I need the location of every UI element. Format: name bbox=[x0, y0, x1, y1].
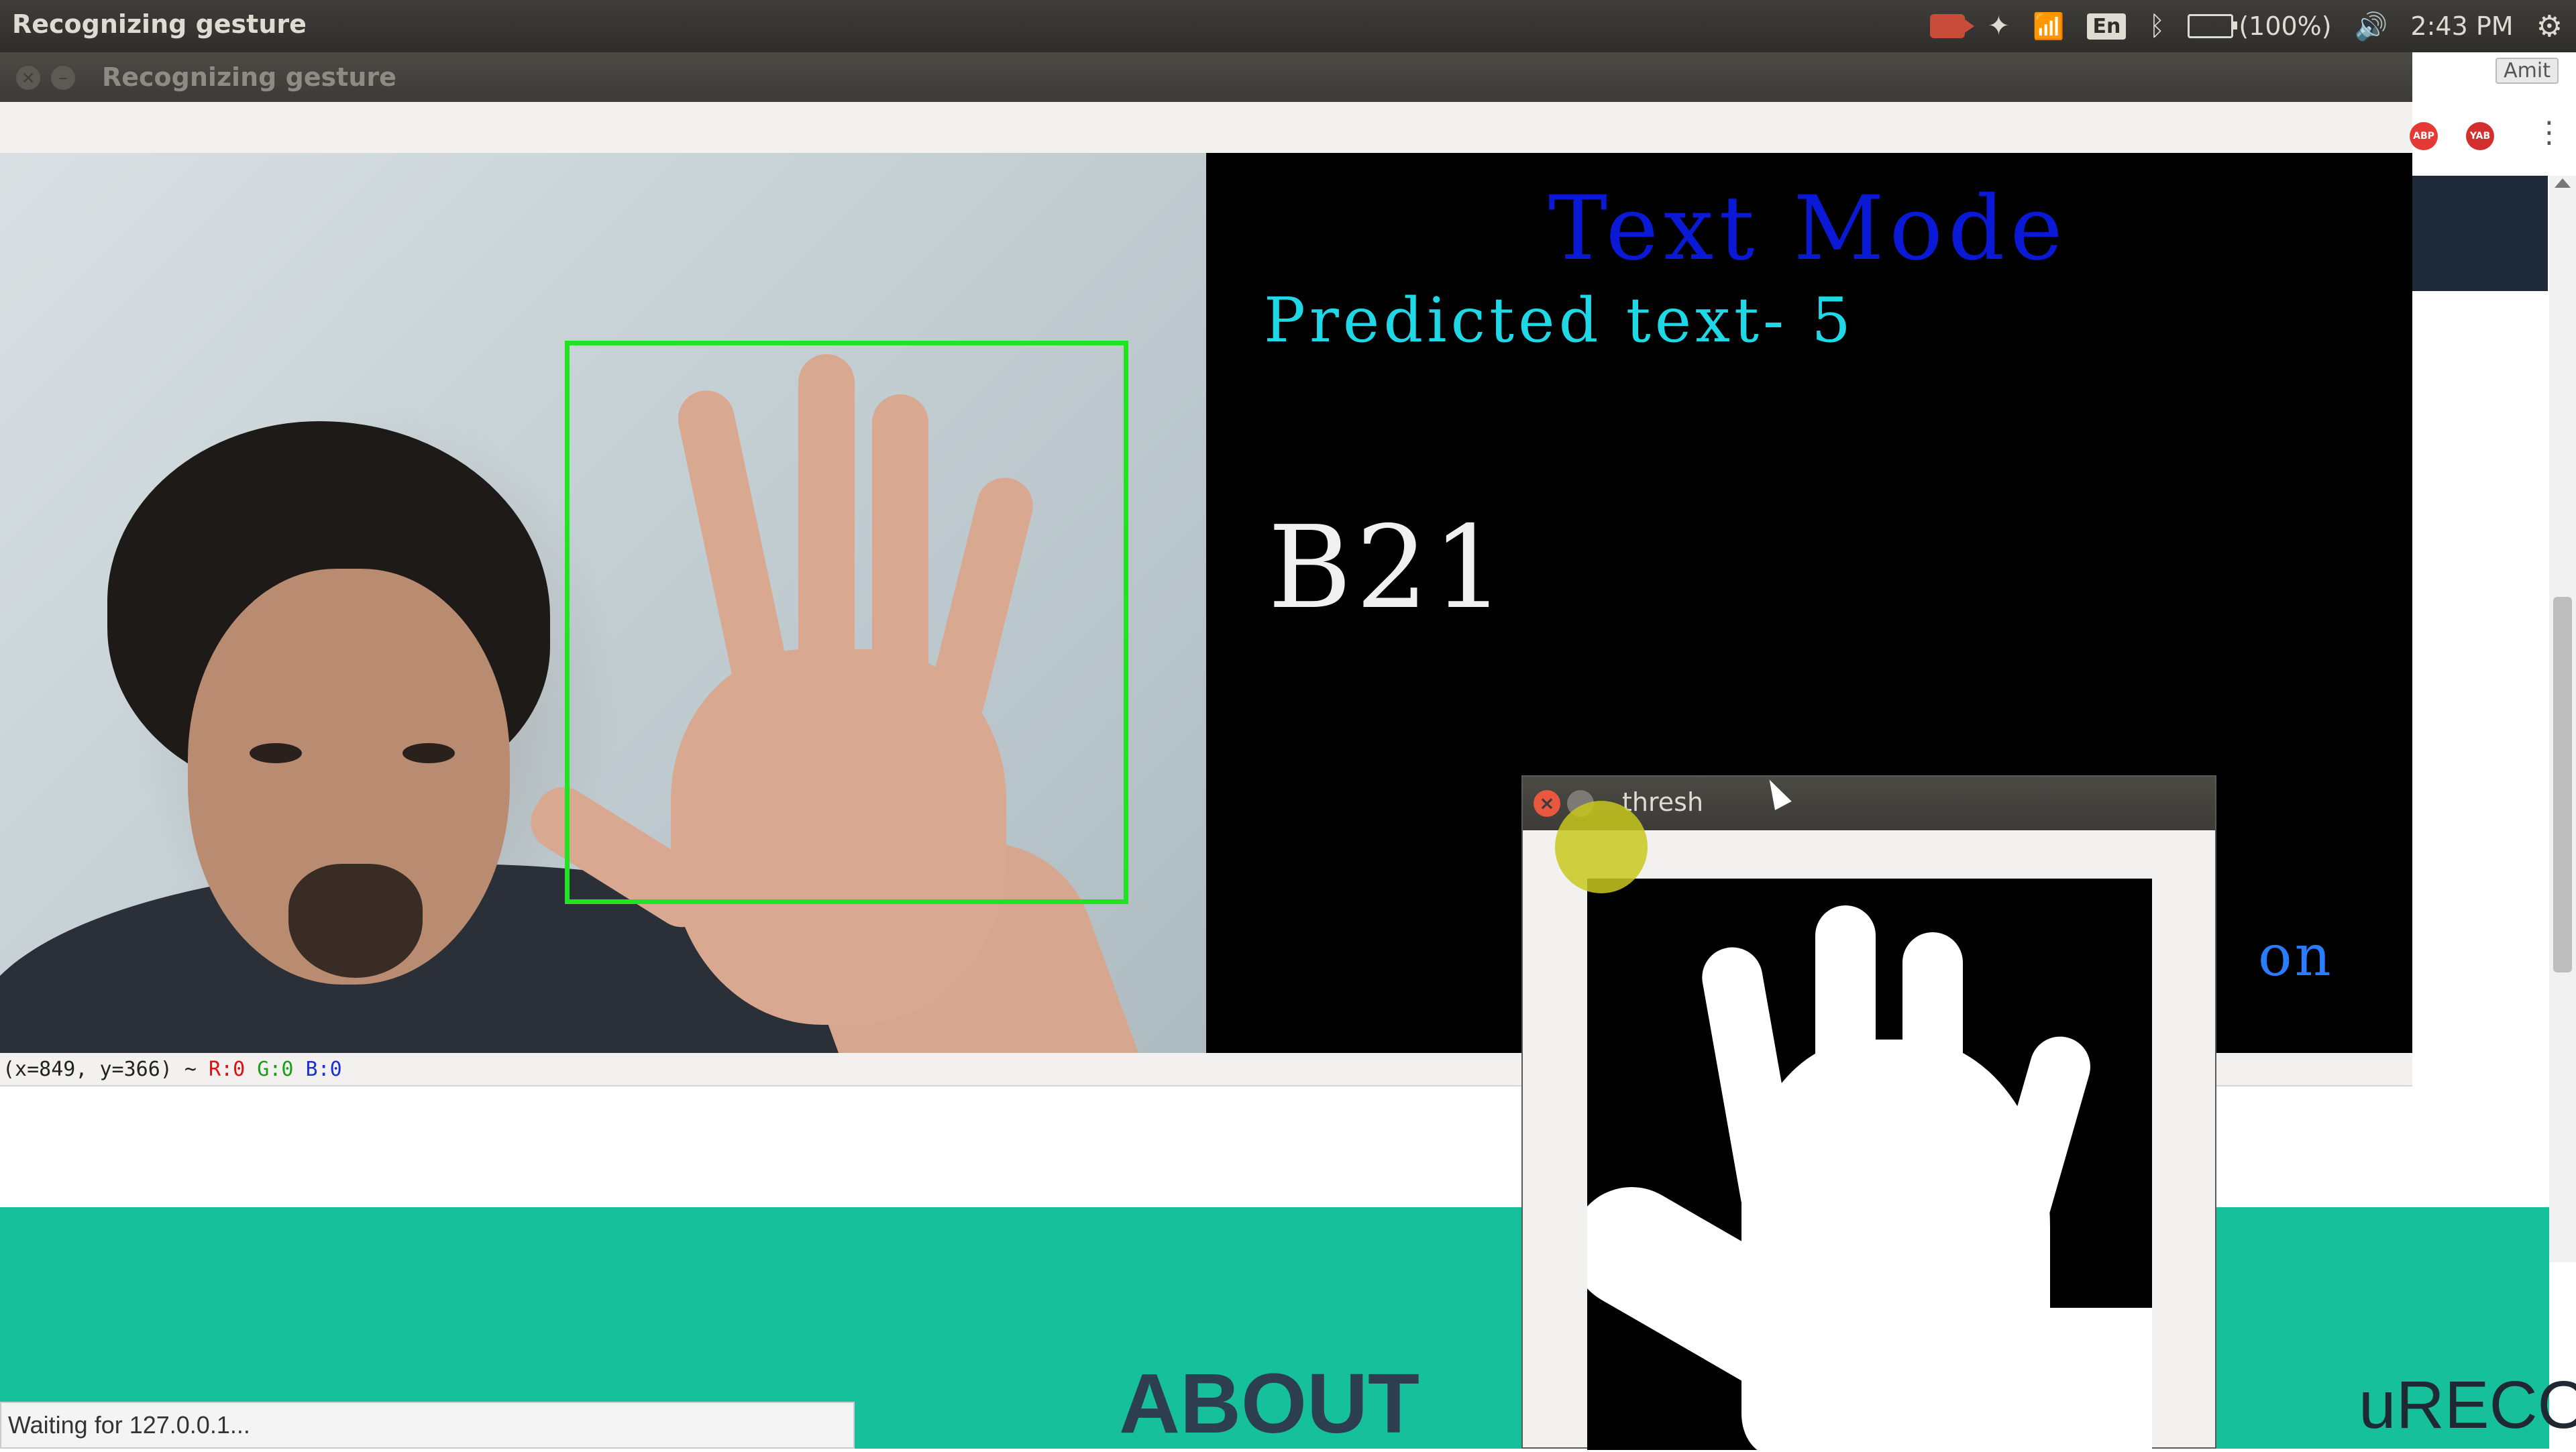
system-tray: ✦ 📶 En ᛒ (100%) 🔊 2:43 PM ⚙ bbox=[1929, 0, 2563, 52]
about-heading: ABOUT bbox=[1119, 1356, 1419, 1451]
person-eye-right bbox=[402, 743, 455, 763]
adblock-extension-icon[interactable]: ABP bbox=[2410, 122, 2438, 150]
browser-page-header bbox=[2412, 176, 2548, 291]
composed-word: B21 bbox=[1268, 502, 1509, 634]
battery-indicator[interactable]: (100%) bbox=[2188, 11, 2332, 41]
main-window-titlebar[interactable]: × – Recognizing gesture bbox=[0, 52, 2412, 102]
thresh-title: thresh bbox=[1622, 787, 1704, 817]
keyboard-language-icon[interactable]: En bbox=[2087, 13, 2127, 40]
clock[interactable]: 2:43 PM bbox=[2410, 11, 2513, 41]
settings-gear-icon[interactable]: ⚙ bbox=[2536, 9, 2563, 44]
threshold-image bbox=[1587, 879, 2152, 1450]
bluetooth-icon[interactable]: ᛒ bbox=[2149, 11, 2165, 42]
wifi-icon[interactable]: 📶 bbox=[2033, 11, 2064, 42]
thresh-wrist bbox=[1882, 1308, 2152, 1450]
top-panel: Recognizing gesture ✦ 📶 En ᛒ (100%) 🔊 2:… bbox=[0, 0, 2576, 52]
extension-icon[interactable]: YAB bbox=[2466, 122, 2494, 150]
record-icon[interactable] bbox=[1929, 14, 1974, 38]
active-window-title: Recognizing gesture bbox=[12, 9, 307, 39]
thresh-close-button[interactable]: × bbox=[1534, 790, 1560, 817]
roi-box bbox=[565, 341, 1128, 904]
browser-menu-icon[interactable]: ⋮ bbox=[2534, 118, 2564, 148]
click-indicator bbox=[1555, 801, 1648, 893]
window-close-button[interactable]: × bbox=[16, 66, 40, 90]
partial-text: on bbox=[2258, 923, 2334, 989]
brand-text: uRECO bbox=[2359, 1367, 2576, 1443]
browser-user-profile[interactable]: Amit bbox=[2496, 58, 2559, 84]
window-minimize-button[interactable]: – bbox=[51, 66, 75, 90]
volume-icon[interactable]: 🔊 bbox=[2355, 11, 2388, 42]
cursor-coords: (x=849, y=366) ~ bbox=[3, 1058, 197, 1081]
text-mode-title: Text Mode bbox=[1548, 177, 2068, 280]
scroll-up-arrow-icon[interactable] bbox=[2555, 178, 2571, 188]
person-beard bbox=[288, 864, 423, 978]
thresh-finger-ring bbox=[1902, 932, 1963, 1227]
battery-icon bbox=[2188, 14, 2238, 38]
main-window-title: Recognizing gesture bbox=[102, 62, 396, 92]
camera-feed[interactable] bbox=[0, 153, 1206, 1053]
main-window-toolbar bbox=[0, 102, 2412, 153]
dropbox-icon[interactable]: ✦ bbox=[1988, 11, 2010, 42]
battery-percent: (100%) bbox=[2239, 11, 2332, 41]
red-value: R:0 bbox=[209, 1058, 246, 1081]
blue-value: B:0 bbox=[305, 1058, 342, 1081]
thresh-finger-middle bbox=[1815, 905, 1876, 1214]
person-eye-left bbox=[250, 743, 302, 763]
green-value: G:0 bbox=[257, 1058, 294, 1081]
scrollbar-thumb[interactable] bbox=[2553, 597, 2572, 972]
browser-status-bar: Waiting for 127.0.0.1... bbox=[0, 1402, 855, 1449]
predicted-text: Predicted text- 5 bbox=[1264, 284, 1855, 356]
